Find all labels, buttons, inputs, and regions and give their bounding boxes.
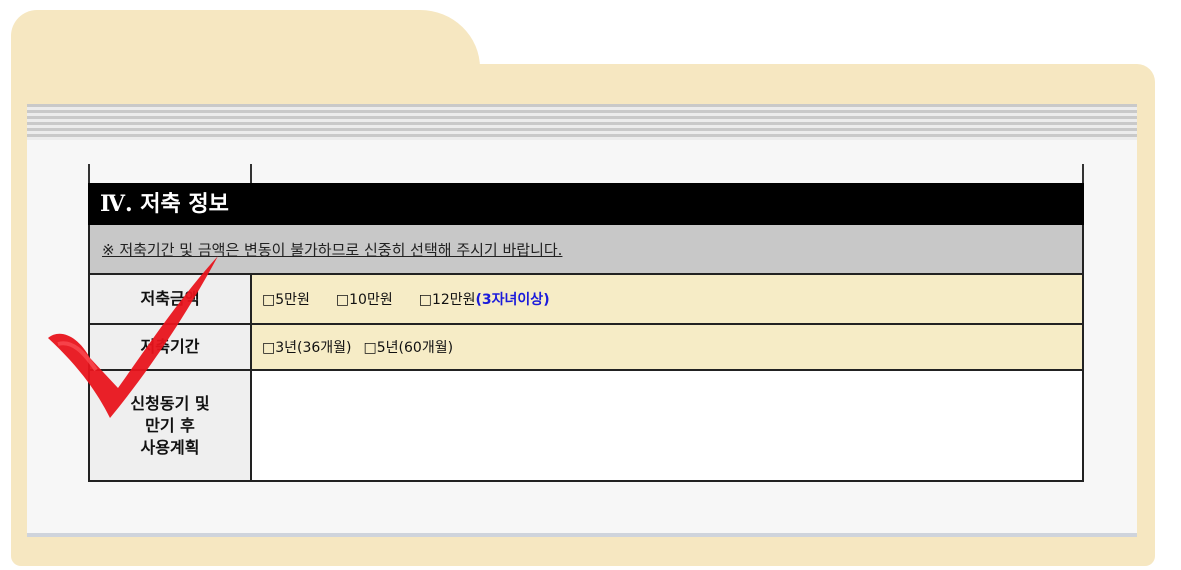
checkbox-icon[interactable]: □ [336, 292, 349, 308]
option-label: 10만원 [349, 292, 393, 308]
savings-info-form: Ⅳ. 저축 정보 ※ 저축기간 및 금액은 변동이 불가하므로 신중히 선택해 … [88, 164, 1084, 482]
period-option-3y[interactable]: □3년(36개월) [262, 337, 352, 357]
folder-tab-curve [360, 10, 480, 68]
red-checkmark-icon [48, 256, 218, 418]
label-line: 사용계획 [140, 437, 200, 457]
amount-option-12[interactable]: □12만원(3자녀이상) [419, 289, 550, 309]
amount-option-5[interactable]: □5만원 [262, 289, 310, 309]
form-top-edge [88, 164, 1084, 184]
motivation-plan-row: 신청동기 및 만기 후 사용계획 [88, 369, 1084, 482]
option-label: 5년(60개월) [376, 340, 454, 356]
motivation-plan-field[interactable] [252, 371, 1082, 480]
option-label: 12만원 [431, 292, 476, 308]
period-option-5y[interactable]: □5년(60개월) [364, 337, 454, 357]
folder-bottom-line [27, 533, 1137, 537]
checkbox-icon[interactable]: □ [262, 340, 275, 356]
savings-amount-options: □5만원 □10만원 □12만원(3자녀이상) [252, 275, 1082, 323]
notice-row: ※ 저축기간 및 금액은 변동이 불가하므로 신중히 선택해 주시기 바랍니다. [88, 225, 1084, 273]
savings-period-options: □3년(36개월) □5년(60개월) [252, 325, 1082, 369]
section-title: Ⅳ. 저축 정보 [88, 183, 1084, 225]
checkbox-icon[interactable]: □ [364, 340, 377, 356]
option-label: 3년(36개월) [275, 340, 352, 356]
option-note: (3자녀이상) [475, 292, 550, 308]
checkbox-icon[interactable]: □ [262, 292, 275, 308]
savings-period-row: 저축기간 □3년(36개월) □5년(60개월) [88, 323, 1084, 369]
checkbox-icon[interactable]: □ [419, 292, 432, 308]
option-label: 5만원 [275, 292, 310, 308]
amount-option-10[interactable]: □10만원 [336, 289, 393, 309]
savings-amount-row: 저축금액 □5만원 □10만원 □12만원(3자녀이상) [88, 273, 1084, 323]
